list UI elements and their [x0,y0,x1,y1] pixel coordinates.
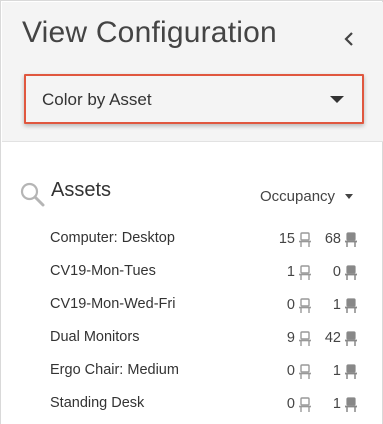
total-count: 1 [332,363,341,379]
total-count: 1 [332,297,341,313]
occupied-count: 0 [286,363,295,379]
asset-name: CV19-Mon-Tues [50,263,156,279]
view-configuration-panel: View Configuration Color by Asset Assets… [0,0,383,424]
asset-name: CV19-Mon-Wed-Fri [50,296,176,312]
asset-row[interactable]: Ergo Chair: Medium 0 1 [1,357,383,390]
sort-label: Occupancy [260,187,336,205]
chair-filled-icon [345,364,357,379]
color-by-select[interactable]: Color by Asset [24,74,364,124]
collapse-panel-button[interactable] [336,26,362,52]
chair-filled-icon [345,232,357,247]
occupied-count: 0 [286,396,295,412]
occupied-count: 0 [286,297,295,313]
asset-name: Computer: Desktop [50,230,175,246]
asset-name: Dual Monitors [50,329,140,345]
chair-icon [299,265,311,280]
chair-filled-icon [345,397,357,412]
occupied-count: 15 [278,231,295,247]
asset-list: Computer: Desktop 15 68 CV19-Mon-Tues 1 … [1,225,383,423]
chair-icon [299,397,311,412]
chair-icon [299,232,311,247]
color-by-select-value: Color by Asset [42,90,152,109]
total-count: 0 [332,264,341,280]
assets-header: Assets Occupancy [1,177,383,207]
asset-row[interactable]: Dual Monitors 9 42 [1,324,383,357]
asset-row[interactable]: Standing Desk 0 1 [1,390,383,423]
chevron-left-icon [344,32,353,46]
chair-filled-icon [345,265,357,280]
chair-icon [299,364,311,379]
occupancy-sort-dropdown[interactable]: Occupancy [260,185,354,207]
asset-row[interactable]: CV19-Mon-Wed-Fri 0 1 [1,291,383,324]
total-count: 68 [324,231,341,247]
chair-filled-icon [345,298,357,313]
caret-down-icon [330,96,344,103]
asset-name: Standing Desk [50,395,145,411]
occupied-count: 1 [286,264,295,280]
search-icon[interactable] [19,181,45,207]
panel-header: View Configuration Color by Asset [2,2,383,142]
total-count: 42 [324,330,341,346]
chair-icon [299,298,311,313]
assets-title: Assets [51,179,112,201]
chair-icon [299,331,311,346]
occupied-count: 9 [286,330,295,346]
asset-row[interactable]: Computer: Desktop 15 68 [1,225,383,258]
chair-filled-icon [345,331,357,346]
page-title: View Configuration [22,16,277,49]
caret-down-icon [345,193,354,199]
asset-name: Ergo Chair: Medium [50,362,179,378]
asset-row[interactable]: CV19-Mon-Tues 1 0 [1,258,383,291]
total-count: 1 [332,396,341,412]
